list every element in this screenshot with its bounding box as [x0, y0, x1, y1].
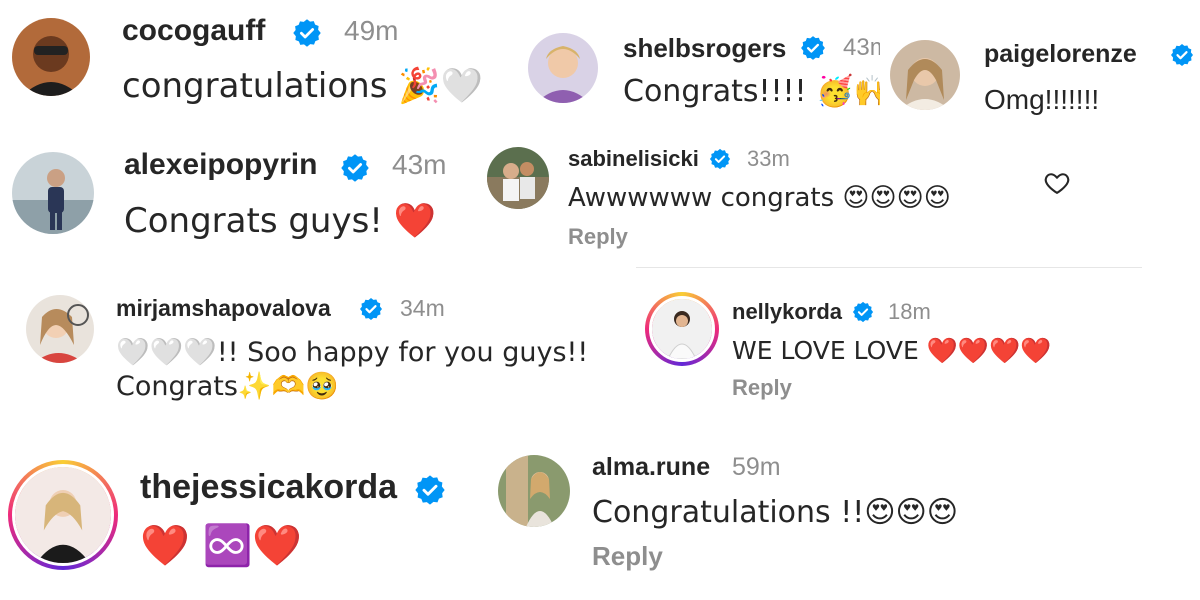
- divider: [636, 267, 1142, 268]
- username[interactable]: alexeipopyrin: [124, 148, 317, 182]
- comment-sabinelisicki: sabinelisicki 33m Awwwwww congrats 😍😍😍😍 …: [475, 135, 1200, 260]
- username[interactable]: cocogauff: [122, 14, 265, 48]
- verified-badge-icon: [359, 297, 383, 321]
- comment-text: Congrats!!!! 🥳🙌: [623, 74, 880, 109]
- heart-outline-icon[interactable]: [1043, 169, 1071, 197]
- username[interactable]: thejessicakorda: [140, 468, 397, 507]
- username[interactable]: shelbsrogers: [623, 33, 786, 64]
- reply-button[interactable]: Reply: [732, 375, 792, 401]
- avatar[interactable]: [487, 147, 549, 209]
- timestamp: 33m: [747, 146, 790, 171]
- timestamp: 49m: [344, 15, 399, 46]
- comment-text: Congratulations !!😍😍😍: [592, 495, 959, 530]
- username[interactable]: paigelorenze: [984, 40, 1137, 69]
- comment-text: Omg!!!!!!!: [984, 84, 1100, 115]
- verified-badge-icon: [292, 18, 322, 48]
- comment-paigelorenze: paigelorenze Omg!!!!!!!: [880, 30, 1200, 125]
- timestamp: 43m: [392, 149, 447, 180]
- comment-text: ❤️ ♾️❤️: [140, 523, 303, 569]
- username[interactable]: mirjamshapovalova: [116, 295, 331, 322]
- comment-text: Awwwwww congrats 😍😍😍😍: [568, 183, 951, 213]
- comment-alma-rune: alma.rune 59m Congratulations !!😍😍😍 Repl…: [480, 440, 1200, 600]
- comment-text-line-1: 🤍🤍🤍!! Soo happy for you guys!!: [116, 337, 589, 368]
- comment-thejessicakorda: thejessicakorda ❤️ ♾️❤️: [0, 440, 470, 600]
- timestamp: 43m: [843, 34, 880, 61]
- comment-text: Congrats guys! ❤️: [124, 201, 437, 241]
- reply-button[interactable]: Reply: [568, 224, 628, 250]
- avatar[interactable]: [645, 292, 719, 366]
- timestamp: 34m: [400, 295, 445, 321]
- avatar[interactable]: [498, 455, 570, 527]
- avatar[interactable]: [528, 33, 598, 103]
- verified-badge-icon: [852, 301, 874, 323]
- reply-button[interactable]: Reply: [592, 541, 663, 572]
- timestamp: 59m: [732, 453, 781, 481]
- verified-badge-icon: [1170, 43, 1194, 67]
- username[interactable]: nellykorda: [732, 299, 842, 325]
- verified-badge-icon: [414, 474, 446, 506]
- verified-badge-icon: [800, 35, 826, 61]
- comment-alexeipopyrin: alexeipopyrin 43m Congrats guys! ❤️: [0, 135, 470, 260]
- avatar[interactable]: [12, 18, 90, 96]
- avatar[interactable]: [890, 40, 960, 110]
- comment-cocogauff: cocogauff 49m congratulations 🎉🤍: [0, 0, 515, 130]
- avatar[interactable]: [8, 460, 118, 570]
- username[interactable]: sabinelisicki: [568, 146, 699, 172]
- verified-badge-icon: [340, 153, 370, 183]
- comment-mirjamshapovalova: mirjamshapovalova 34m 🤍🤍🤍!! Soo happy fo…: [0, 278, 625, 420]
- comment-text: WE LOVE LOVE ❤️❤️❤️❤️: [732, 336, 1052, 365]
- comment-shelbsrogers: shelbsrogers 43m Congrats!!!! 🥳🙌: [525, 20, 880, 125]
- comment-text: congratulations 🎉🤍: [122, 66, 483, 106]
- username[interactable]: alma.rune: [592, 453, 710, 482]
- verified-badge-icon: [709, 148, 731, 170]
- comment-text-line-2: Congrats✨🫶🥹: [116, 371, 339, 402]
- avatar[interactable]: [12, 152, 94, 234]
- comment-nellykorda: nellykorda 18m WE LOVE LOVE ❤️❤️❤️❤️ Rep…: [635, 280, 1200, 405]
- avatar[interactable]: [26, 295, 94, 363]
- timestamp: 18m: [888, 299, 931, 324]
